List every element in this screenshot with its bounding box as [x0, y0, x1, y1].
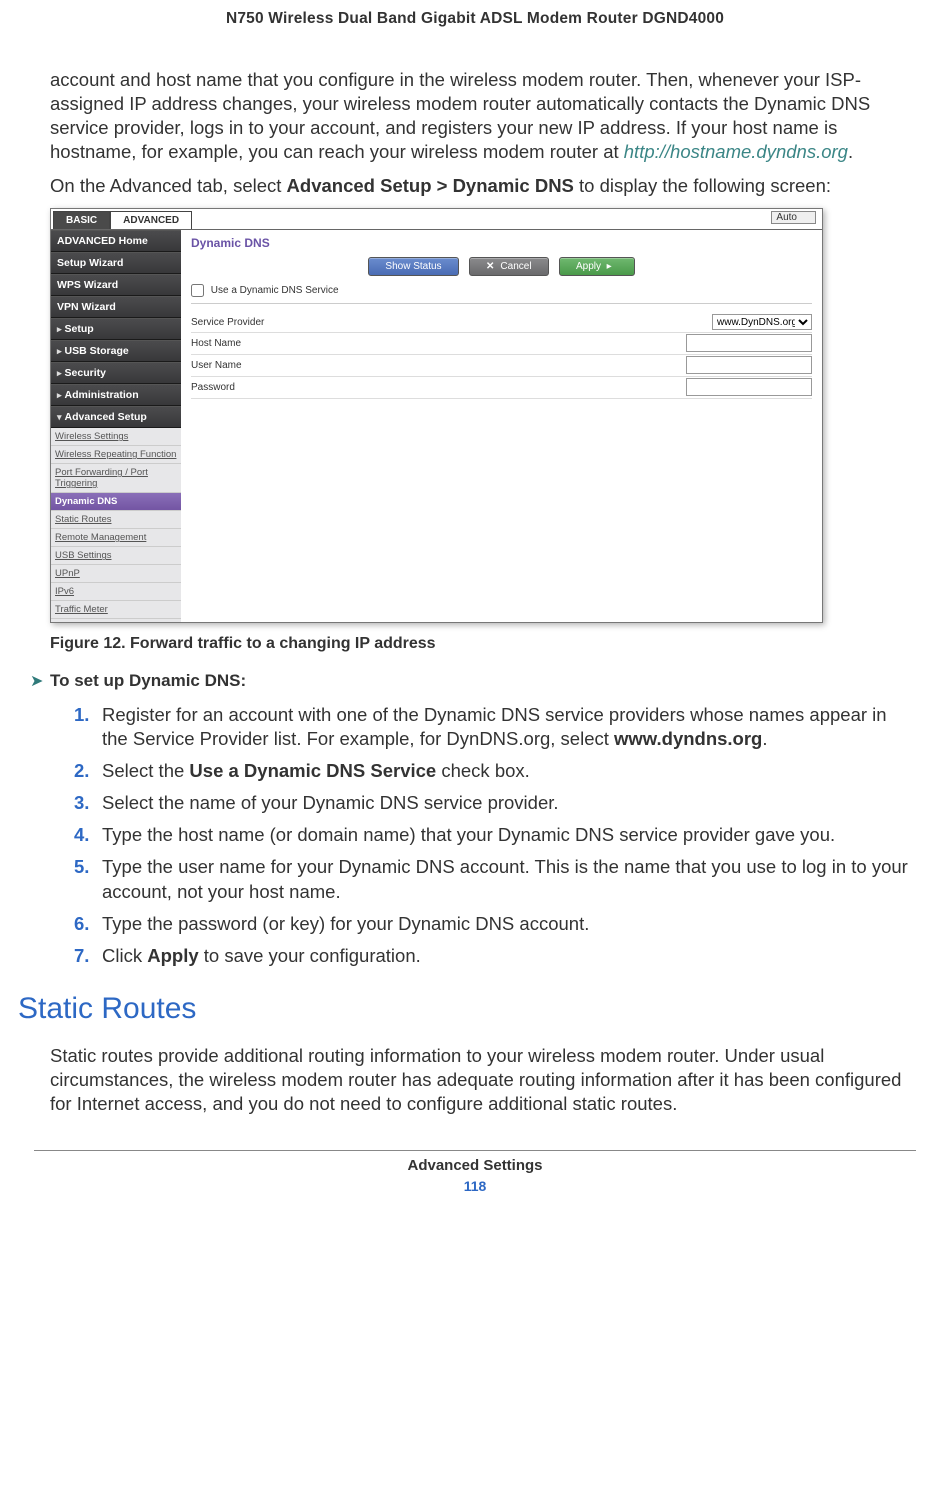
sidebar-sub-readyshare-cloud[interactable]: ReadySHARE Cloud — [51, 619, 181, 623]
panel-title: Dynamic DNS — [191, 236, 812, 250]
use-ddns-label: Use a Dynamic DNS Service — [211, 285, 339, 296]
auto-dropdown[interactable]: Auto — [771, 211, 816, 224]
step-1-bold: www.dyndns.org — [614, 728, 762, 749]
example-url-link[interactable]: http://hostname.dyndns.org — [624, 141, 848, 162]
step-7-bold: Apply — [147, 945, 198, 966]
service-provider-label: Service Provider — [191, 317, 301, 328]
intro-paragraph-2: On the Advanced tab, select Advanced Set… — [50, 174, 916, 198]
footer-divider — [34, 1150, 916, 1151]
intro-paragraph-1: account and host name that you configure… — [50, 68, 916, 164]
host-name-input[interactable] — [686, 334, 812, 352]
step-7-pre: Click — [102, 945, 147, 966]
sidebar-sub-traffic-meter[interactable]: Traffic Meter — [51, 601, 181, 619]
sidebar-sub-port-forwarding[interactable]: Port Forwarding / Port Triggering — [51, 464, 181, 493]
para2-pre: On the Advanced tab, select — [50, 175, 287, 196]
sidebar-sub-static-routes[interactable]: Static Routes — [51, 511, 181, 529]
step-3: Select the name of your Dynamic DNS serv… — [74, 791, 916, 815]
sidebar-item-wps-wizard[interactable]: WPS Wizard — [51, 274, 181, 296]
sidebar-sub-ipv6[interactable]: IPv6 — [51, 583, 181, 601]
procedure-steps-list: Register for an account with one of the … — [50, 703, 916, 967]
step-4: Type the host name (or domain name) that… — [74, 823, 916, 847]
sidebar-sub-usb-settings[interactable]: USB Settings — [51, 547, 181, 565]
procedure-heading: To set up Dynamic DNS: — [50, 671, 246, 691]
para1-post: . — [848, 141, 853, 162]
sidebar-item-setup[interactable]: Setup — [51, 318, 181, 340]
sidebar-item-vpn-wizard[interactable]: VPN Wizard — [51, 296, 181, 318]
footer-page-number: 118 — [34, 1178, 916, 1194]
tab-advanced[interactable]: ADVANCED — [110, 211, 192, 229]
figure-caption: Figure 12. Forward traffic to a changing… — [50, 635, 916, 653]
step-6: Type the password (or key) for your Dyna… — [74, 912, 916, 936]
step-7-post: to save your configuration. — [199, 945, 421, 966]
sidebar: ADVANCED Home Setup Wizard WPS Wizard VP… — [51, 230, 181, 622]
apply-button[interactable]: Apply ▸ — [559, 257, 635, 276]
sidebar-item-advanced-setup[interactable]: Advanced Setup — [51, 406, 181, 428]
router-ui-screenshot: Auto BASIC ADVANCED ADVANCED Home Setup … — [50, 208, 823, 623]
step-1-pre: Register for an account with one of the … — [102, 704, 887, 749]
sidebar-sub-dynamic-dns[interactable]: Dynamic DNS — [51, 493, 181, 511]
step-2: Select the Use a Dynamic DNS Service che… — [74, 759, 916, 783]
cancel-button[interactable]: ✕Cancel — [469, 257, 549, 276]
cancel-button-label: Cancel — [500, 261, 531, 272]
sidebar-item-security[interactable]: Security — [51, 362, 181, 384]
step-2-post: check box. — [436, 760, 530, 781]
sidebar-item-advanced-home[interactable]: ADVANCED Home — [51, 230, 181, 252]
use-ddns-checkbox[interactable] — [191, 284, 204, 297]
footer-section-label: Advanced Settings — [34, 1157, 916, 1174]
step-5: Type the user name for your Dynamic DNS … — [74, 855, 916, 903]
sidebar-sub-upnp[interactable]: UPnP — [51, 565, 181, 583]
host-name-label: Host Name — [191, 338, 301, 349]
sidebar-sub-remote-management[interactable]: Remote Management — [51, 529, 181, 547]
static-routes-paragraph: Static routes provide additional routing… — [50, 1044, 916, 1116]
apply-button-label: Apply — [576, 261, 601, 272]
sidebar-item-administration[interactable]: Administration — [51, 384, 181, 406]
user-name-input[interactable] — [686, 356, 812, 374]
service-provider-select[interactable]: www.DynDNS.org — [712, 314, 812, 330]
show-status-button[interactable]: Show Status — [368, 257, 458, 276]
sidebar-item-usb-storage[interactable]: USB Storage — [51, 340, 181, 362]
page-header-title: N750 Wireless Dual Band Gigabit ADSL Mod… — [34, 0, 916, 68]
step-1: Register for an account with one of the … — [74, 703, 916, 751]
step-7: Click Apply to save your configuration. — [74, 944, 916, 968]
sidebar-sub-wireless-repeating[interactable]: Wireless Repeating Function — [51, 446, 181, 464]
tab-basic[interactable]: BASIC — [53, 211, 110, 229]
nav-path-bold: Advanced Setup > Dynamic DNS — [287, 175, 574, 196]
step-2-bold: Use a Dynamic DNS Service — [189, 760, 436, 781]
section-heading-static-routes: Static Routes — [18, 992, 916, 1026]
step-2-pre: Select the — [102, 760, 189, 781]
password-input[interactable] — [686, 378, 812, 396]
procedure-arrow-icon: ➤ — [30, 671, 50, 691]
password-label: Password — [191, 382, 301, 393]
sidebar-sub-wireless-settings[interactable]: Wireless Settings — [51, 428, 181, 446]
para2-post: to display the following screen: — [574, 175, 831, 196]
main-panel: Dynamic DNS Show Status ✕Cancel Apply ▸ … — [181, 230, 822, 622]
user-name-label: User Name — [191, 360, 301, 371]
sidebar-item-setup-wizard[interactable]: Setup Wizard — [51, 252, 181, 274]
step-1-post: . — [762, 728, 767, 749]
